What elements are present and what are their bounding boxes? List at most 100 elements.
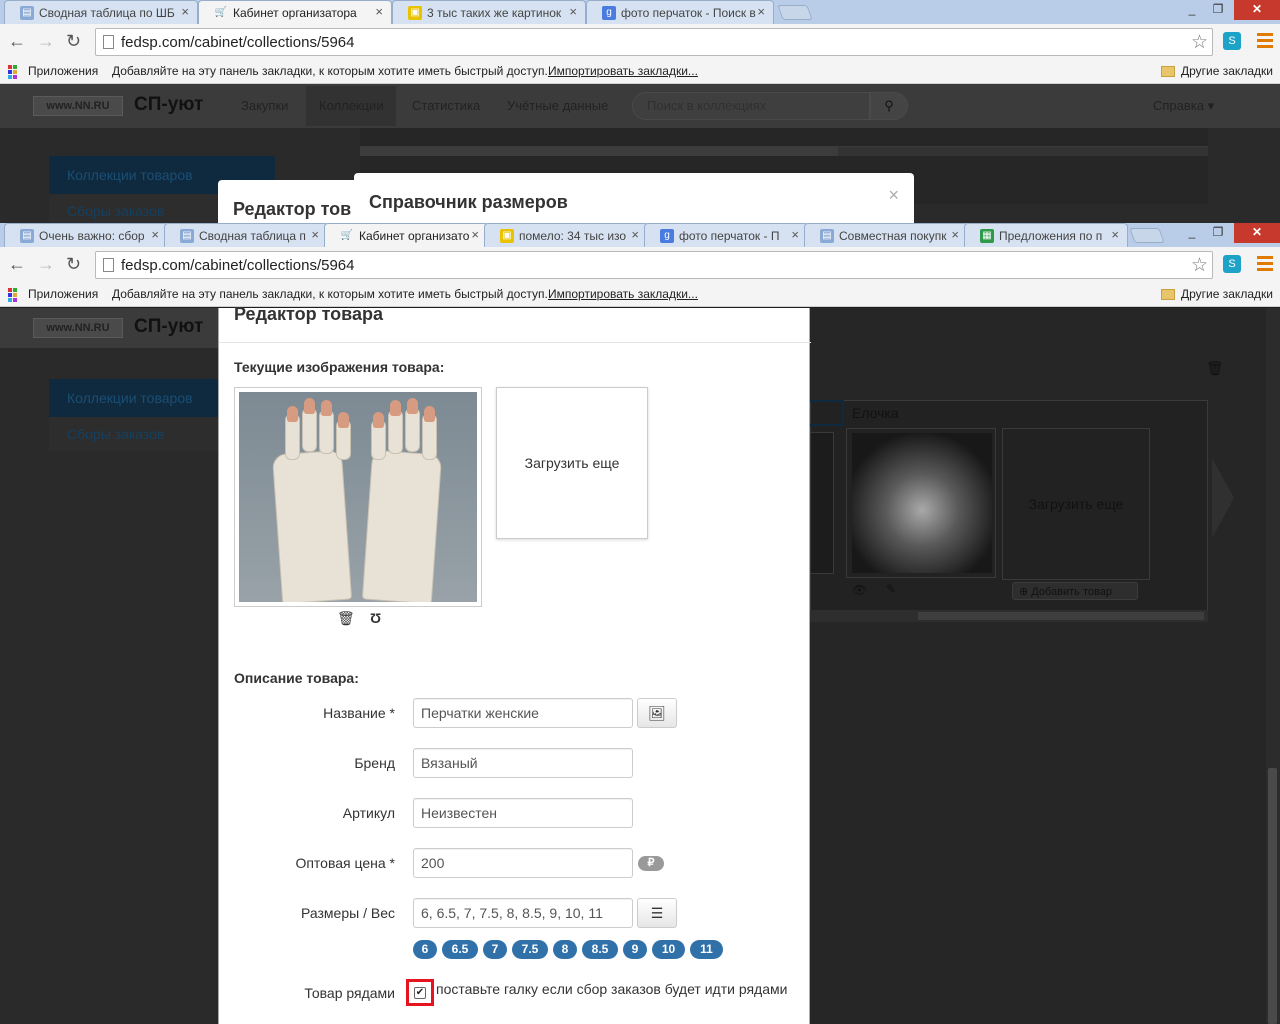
browser-tab[interactable]: ▣ 3 тыс таких же картинок × bbox=[392, 0, 586, 24]
size-chip[interactable]: 8.5 bbox=[582, 940, 618, 959]
nav-item[interactable]: Закупки bbox=[241, 98, 288, 113]
window-close-button[interactable]: ✕ bbox=[1234, 223, 1280, 243]
edit-icon[interactable]: ✎ bbox=[886, 582, 896, 596]
extension-icon[interactable]: S bbox=[1223, 32, 1241, 50]
close-icon[interactable]: × bbox=[569, 4, 577, 19]
import-bookmarks-link[interactable]: Импортировать закладки... bbox=[548, 64, 698, 78]
size-chip[interactable]: 10 bbox=[652, 940, 685, 959]
browser-tab[interactable]: ▣ помело: 34 тыс изо × bbox=[484, 223, 648, 247]
browser-tab[interactable]: ▤ Совместная покупк × bbox=[804, 223, 968, 247]
site-brand[interactable]: СП-уют bbox=[134, 94, 203, 116]
restore-icon[interactable]: ❐ bbox=[1206, 223, 1230, 243]
close-icon[interactable]: × bbox=[631, 227, 639, 242]
apps-link[interactable]: Приложения bbox=[28, 287, 98, 301]
close-icon[interactable]: × bbox=[888, 185, 899, 206]
reload-icon[interactable]: ↻ bbox=[66, 255, 81, 273]
site-logo[interactable]: www.NN.RU bbox=[33, 318, 123, 338]
close-icon[interactable]: × bbox=[311, 227, 319, 242]
size-chip[interactable]: 6.5 bbox=[442, 940, 478, 959]
browser-tab-active[interactable]: 🛒 Кабинет организато × bbox=[324, 223, 488, 248]
reload-icon[interactable]: ↻ bbox=[66, 32, 81, 50]
view-icon[interactable]: 👁 bbox=[852, 583, 867, 597]
close-icon[interactable]: × bbox=[375, 4, 383, 19]
upload-more-button-bg[interactable]: Загрузить еще bbox=[1002, 428, 1150, 580]
images-label: Текущие изображения товара: bbox=[234, 359, 445, 375]
other-bookmarks[interactable]: Другие закладки bbox=[1181, 64, 1273, 78]
browser-tab[interactable]: g фото перчаток - Поиск в × bbox=[586, 0, 774, 24]
magnet-icon[interactable]: Ʊ bbox=[370, 610, 381, 626]
close-icon[interactable]: × bbox=[151, 227, 159, 242]
trash-icon[interactable]: 🗑 bbox=[337, 610, 355, 627]
image-button[interactable]: 🖼 bbox=[637, 698, 677, 728]
size-chip[interactable]: 6 bbox=[413, 940, 437, 959]
modal-title: Редактор товара bbox=[234, 304, 384, 324]
article-input[interactable]: Неизвестен bbox=[413, 798, 633, 828]
restore-icon[interactable]: ❐ bbox=[1206, 0, 1230, 20]
price-input[interactable]: 200 bbox=[413, 848, 633, 878]
site-brand[interactable]: СП-уют bbox=[134, 316, 203, 338]
chrome-menu-icon[interactable] bbox=[1257, 256, 1273, 272]
close-icon[interactable]: × bbox=[951, 227, 959, 242]
minimize-icon[interactable]: _ bbox=[1180, 0, 1204, 20]
import-bookmarks-link[interactable]: Импортировать закладки... bbox=[548, 287, 698, 301]
close-icon[interactable]: × bbox=[791, 227, 799, 242]
help-menu[interactable]: Справка ▾ bbox=[1153, 98, 1214, 114]
site-logo[interactable]: www.NN.RU bbox=[33, 96, 123, 116]
size-chip[interactable]: 7.5 bbox=[512, 940, 548, 959]
window-close-button[interactable]: ✕ bbox=[1234, 0, 1280, 20]
collections-scrollbar[interactable] bbox=[360, 146, 1208, 156]
document-icon: ▤ bbox=[180, 229, 194, 243]
bookmark-star-icon[interactable]: ☆ bbox=[1191, 254, 1208, 277]
size-chip[interactable]: 7 bbox=[483, 940, 507, 959]
address-bar[interactable]: fedsp.com/cabinet/collections/5964 ☆ bbox=[95, 28, 1213, 56]
browser-tab[interactable]: ▦ Предложения по п × bbox=[964, 223, 1128, 247]
new-tab-button[interactable] bbox=[1129, 228, 1165, 243]
page-icon bbox=[103, 35, 114, 49]
size-chip[interactable]: 11 bbox=[690, 940, 723, 959]
bookmark-star-icon[interactable]: ☆ bbox=[1191, 31, 1208, 54]
close-icon[interactable]: × bbox=[1111, 227, 1119, 242]
extension-icon[interactable]: S bbox=[1223, 255, 1241, 273]
forward-icon[interactable]: → bbox=[37, 255, 55, 273]
forward-icon[interactable]: → bbox=[37, 32, 55, 50]
next-arrow-icon[interactable] bbox=[1212, 458, 1234, 538]
rows-checkbox[interactable]: ✔ bbox=[414, 987, 426, 999]
search-icon: ⚲ bbox=[884, 98, 894, 113]
size-chip[interactable]: 8 bbox=[553, 940, 577, 959]
trash-icon[interactable]: 🗑 bbox=[1206, 360, 1224, 377]
upload-more-button[interactable]: Загрузить еще bbox=[496, 387, 648, 539]
product-image-thumb[interactable] bbox=[234, 387, 482, 607]
nav-item[interactable]: Учётные данные bbox=[507, 98, 608, 113]
sizes-input[interactable]: 6, 6.5, 7, 7.5, 8, 8.5, 9, 10, 11 bbox=[413, 898, 633, 928]
close-icon[interactable]: × bbox=[757, 4, 765, 19]
name-input[interactable]: Перчатки женские bbox=[413, 698, 633, 728]
browser-tab[interactable]: ▤ Сводная таблица п × bbox=[164, 223, 328, 247]
browser-tab[interactable]: ▤ Сводная таблица по ШБ × bbox=[4, 0, 198, 24]
page-scrollbar[interactable] bbox=[1266, 308, 1280, 1024]
rows-checkbox-highlight[interactable]: ✔ bbox=[406, 979, 434, 1006]
back-icon[interactable]: ← bbox=[8, 32, 26, 50]
apps-link[interactable]: Приложения bbox=[28, 64, 98, 78]
browser-tab[interactable]: g фото перчаток - П × bbox=[644, 223, 808, 247]
search-input[interactable]: Поиск в коллекциях bbox=[632, 92, 870, 120]
search-button[interactable]: ⚲ bbox=[870, 92, 908, 120]
bookmarks-bar: Приложения Добавляйте на эту панель закл… bbox=[0, 60, 1280, 84]
nav-item[interactable]: Статистика bbox=[412, 98, 480, 113]
address-bar[interactable]: fedsp.com/cabinet/collections/5964 ☆ bbox=[95, 251, 1213, 279]
minimize-icon[interactable]: _ bbox=[1180, 223, 1204, 243]
other-bookmarks[interactable]: Другие закладки bbox=[1181, 287, 1273, 301]
size-reference-button[interactable]: ☰ bbox=[637, 898, 677, 928]
nav-item[interactable]: Коллекции bbox=[319, 98, 384, 113]
cards-scrollbar[interactable] bbox=[810, 610, 1208, 622]
chrome-menu-icon[interactable] bbox=[1257, 33, 1273, 49]
add-item-button[interactable]: ⊕ Добавить товар bbox=[1012, 582, 1138, 600]
browser-tab-active[interactable]: 🛒 Кабинет организатора × bbox=[198, 0, 392, 25]
tab-strip: ▤ Очень важно: сбор × ▤ Сводная таблица п × … bbox=[0, 223, 1280, 248]
brand-input[interactable]: Вязаный bbox=[413, 748, 633, 778]
back-icon[interactable]: ← bbox=[8, 255, 26, 273]
new-tab-button[interactable] bbox=[777, 5, 813, 20]
close-icon[interactable]: × bbox=[181, 4, 189, 19]
close-icon[interactable]: × bbox=[471, 227, 479, 242]
size-chip[interactable]: 9 bbox=[623, 940, 647, 959]
browser-tab[interactable]: ▤ Очень важно: сбор × bbox=[4, 223, 168, 247]
